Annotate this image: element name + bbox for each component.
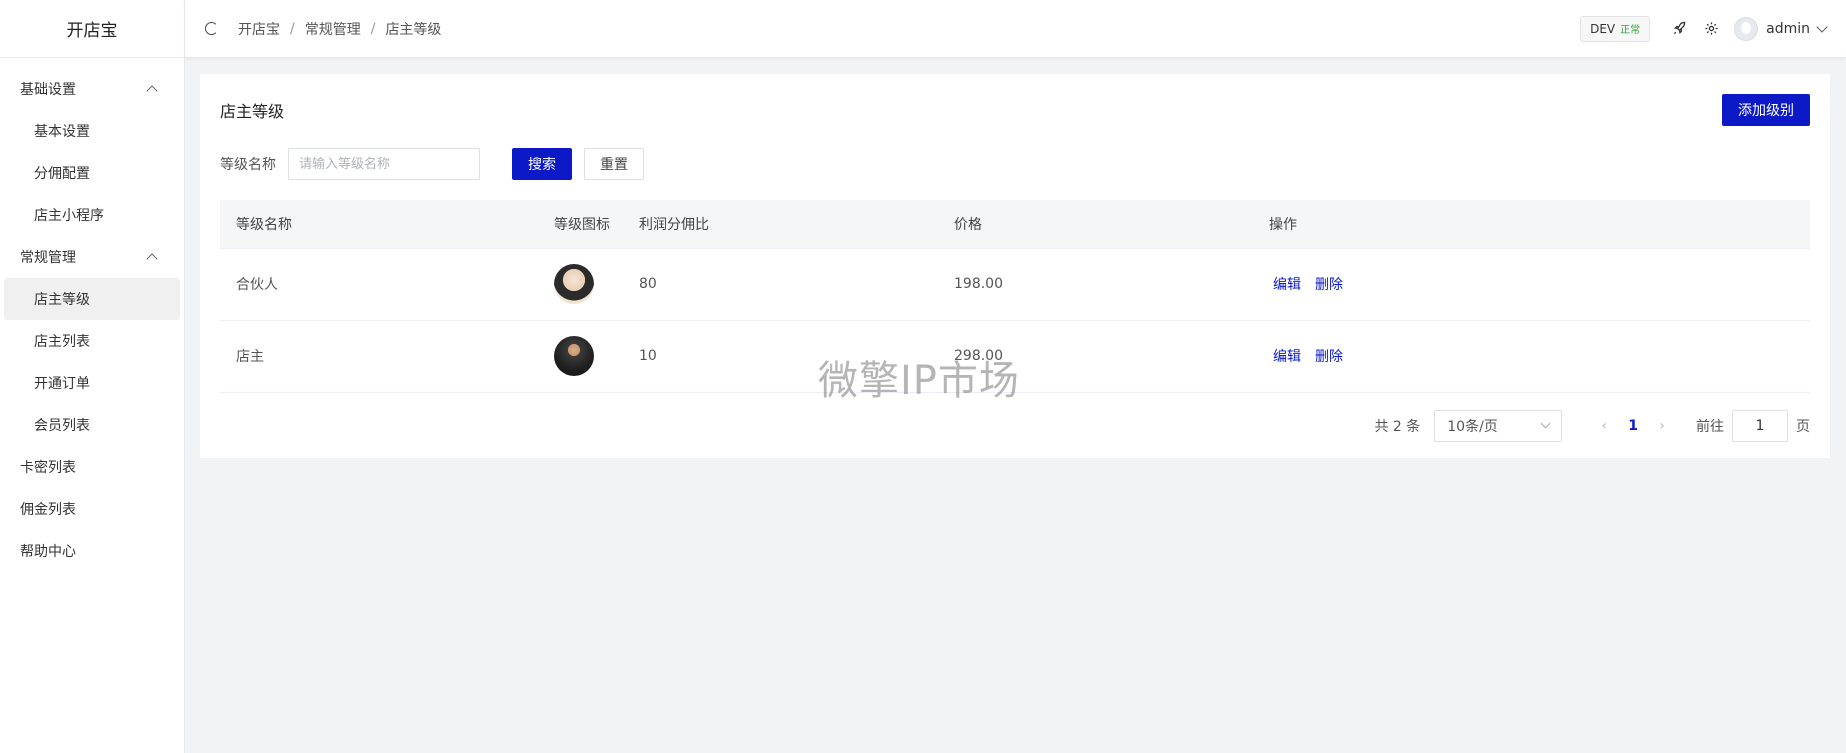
- sidebar-item-card-keys[interactable]: 卡密列表: [0, 446, 184, 488]
- sidebar-item-owner-list[interactable]: 店主列表: [4, 320, 180, 362]
- sidebar-group-basic-settings[interactable]: 基础设置: [0, 68, 184, 110]
- sidebar-group-label: 常规管理: [20, 250, 76, 266]
- chevron-up-icon: [146, 85, 158, 97]
- ratio-cell: 10: [623, 320, 938, 393]
- column-header: 等级名称: [220, 200, 538, 249]
- table-row: 合伙人 80 198.00 编辑 删除: [220, 248, 1810, 321]
- column-header: 价格: [938, 200, 1253, 249]
- level-table: 等级名称 等级图标 利润分佣比 价格 操作 合伙人 80 198.00 编辑 删除…: [220, 200, 1810, 393]
- app-logo-title: 开店宝: [0, 0, 184, 58]
- price-cell: 298.00: [938, 320, 1253, 393]
- filter-label: 等级名称: [220, 157, 276, 173]
- price-cell: 198.00: [938, 248, 1253, 321]
- column-header: 操作: [1253, 200, 1810, 249]
- level-icon-cell: [538, 320, 623, 393]
- delete-link[interactable]: 删除: [1315, 277, 1343, 293]
- goto-page-input[interactable]: [1732, 409, 1788, 442]
- edit-link[interactable]: 编辑: [1273, 349, 1301, 365]
- breadcrumb-item[interactable]: 常规管理: [305, 19, 361, 39]
- sidebar-group-label: 基础设置: [20, 82, 76, 98]
- refresh-icon[interactable]: [205, 22, 218, 35]
- add-level-button[interactable]: 添加级别: [1722, 94, 1810, 126]
- actions-cell: 编辑 删除: [1253, 248, 1810, 321]
- rocket-icon[interactable]: [1670, 20, 1688, 38]
- level-name-input[interactable]: [288, 148, 480, 180]
- main-card: 店主等级 添加级别 等级名称 搜索 重置 等级名称 等级图标 利润分佣比 价格 …: [200, 74, 1830, 458]
- sidebar-item-basic-settings[interactable]: 基本设置: [4, 110, 180, 152]
- chevron-down-icon: [1540, 418, 1551, 429]
- pagination-total: 共 2 条: [1374, 418, 1421, 435]
- delete-link[interactable]: 删除: [1315, 349, 1343, 365]
- breadcrumb: 开店宝 / 常规管理 / 店主等级: [238, 19, 441, 39]
- pagination: 共 2 条 10条/页 ‹ 1 › 前往 页: [220, 393, 1810, 459]
- level-name-cell: 店主: [220, 320, 538, 393]
- column-header: 等级图标: [538, 200, 623, 249]
- breadcrumb-separator: /: [370, 20, 376, 37]
- user-avatar[interactable]: [1734, 16, 1759, 41]
- header-right: DEV 正常 admin: [1580, 15, 1828, 42]
- edit-link[interactable]: 编辑: [1273, 277, 1301, 293]
- owner-level-icon: [554, 336, 594, 376]
- page-number-current[interactable]: 1: [1628, 418, 1638, 434]
- user-name[interactable]: admin: [1766, 21, 1810, 37]
- page-size-value: 10条/页: [1447, 418, 1498, 435]
- env-label: DEV: [1590, 21, 1616, 36]
- env-status: 正常: [1620, 25, 1641, 36]
- top-header: 开店宝 / 常规管理 / 店主等级 DEV 正常 admin: [185, 0, 1846, 58]
- page-size-select[interactable]: 10条/页: [1434, 409, 1563, 442]
- reset-button[interactable]: 重置: [584, 148, 644, 180]
- sidebar-menu: 基础设置 基本设置 分佣配置 店主小程序 常规管理 店主等级 店主列表 开通订单…: [0, 58, 184, 572]
- chevron-up-icon: [146, 253, 158, 265]
- ratio-cell: 80: [623, 248, 938, 321]
- gear-icon[interactable]: [1702, 20, 1720, 38]
- card-header: 店主等级 添加级别: [220, 74, 1810, 146]
- partner-level-icon: [554, 264, 594, 304]
- sidebar-item-commission-list[interactable]: 佣金列表: [0, 488, 184, 530]
- sidebar-item-member-list[interactable]: 会员列表: [4, 404, 180, 446]
- chevron-down-icon[interactable]: [1816, 20, 1828, 33]
- goto-label: 前往: [1696, 418, 1724, 435]
- level-name-cell: 合伙人: [220, 248, 538, 321]
- table-row: 店主 10 298.00 编辑 删除: [220, 320, 1810, 393]
- actions-cell: 编辑 删除: [1253, 320, 1810, 393]
- sidebar-item-help-center[interactable]: 帮助中心: [0, 530, 184, 572]
- breadcrumb-separator: /: [290, 20, 295, 37]
- search-button[interactable]: 搜索: [512, 148, 572, 180]
- sidebar-item-owner-miniprogram[interactable]: 店主小程序: [4, 194, 180, 236]
- sidebar-item-open-orders[interactable]: 开通订单: [4, 362, 180, 404]
- level-icon-cell: [538, 248, 623, 321]
- page-title: 店主等级: [220, 102, 285, 121]
- prev-page-button[interactable]: ‹: [1594, 418, 1614, 434]
- sidebar: 开店宝 基础设置 基本设置 分佣配置 店主小程序 常规管理 店主等级 店主列表 …: [0, 0, 185, 753]
- column-header: 利润分佣比: [623, 200, 938, 249]
- sidebar-item-owner-level[interactable]: 店主等级: [4, 278, 180, 320]
- sidebar-item-commission-config[interactable]: 分佣配置: [4, 152, 180, 194]
- table-header-row: 等级名称 等级图标 利润分佣比 价格 操作: [220, 200, 1810, 249]
- next-page-button[interactable]: ›: [1652, 418, 1672, 434]
- page-suffix: 页: [1796, 418, 1810, 435]
- env-badge: DEV 正常: [1580, 15, 1651, 42]
- breadcrumb-item-current: 店主等级: [385, 21, 442, 38]
- filter-bar: 等级名称 搜索 重置: [220, 146, 1810, 182]
- sidebar-group-general-management[interactable]: 常规管理: [0, 236, 184, 278]
- breadcrumb-item[interactable]: 开店宝: [238, 19, 280, 39]
